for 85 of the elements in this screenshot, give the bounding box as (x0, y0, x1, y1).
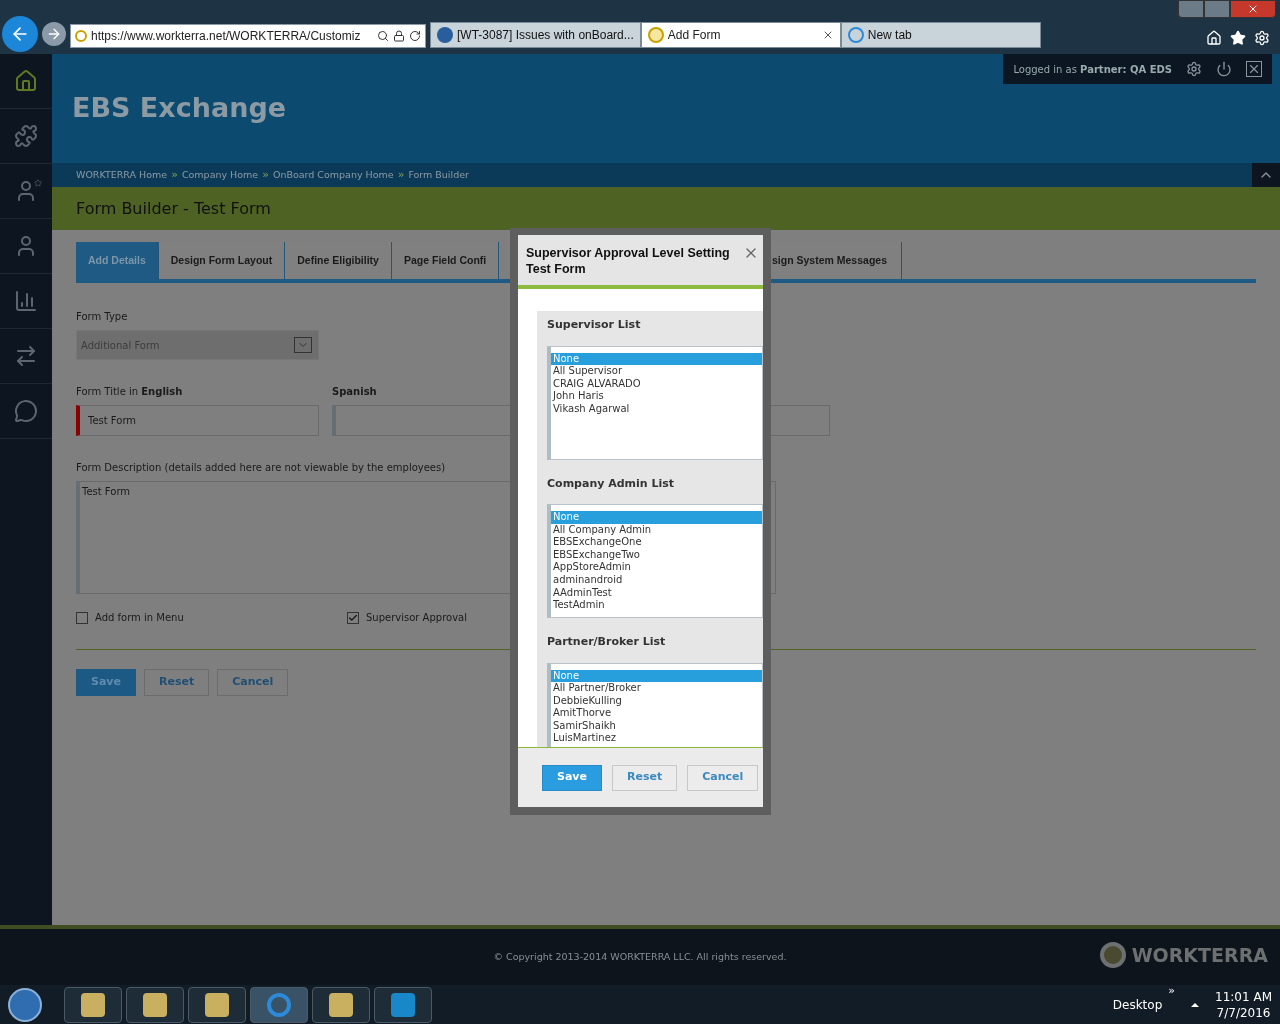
clock-date[interactable]: 7/7/2016 (1216, 1004, 1271, 1021)
minimize-button[interactable] (1178, 0, 1204, 18)
list-option[interactable]: All Supervisor (551, 365, 762, 378)
list-option[interactable]: LuisMartinez (551, 732, 762, 746)
puzzle-icon[interactable] (14, 124, 38, 148)
form-tab[interactable]: sign System Messages (772, 242, 902, 279)
close-window-button[interactable] (1230, 0, 1276, 18)
breadcrumb-link[interactable]: WORKTERRA Home (76, 167, 168, 183)
copyright-text: © Copyright 2013-2014 WORKTERRA LLC. All rights reserved. (493, 949, 787, 964)
list-box[interactable]: None All Partner/Broker DebbieKulling AmitThorve SamirShaikh LuisMartinez (547, 662, 763, 747)
dialog-subtitle: Test Form (526, 261, 586, 277)
list-heading: Supervisor List (546, 317, 642, 333)
address-text: https://www.workterra.net/WORKTERRA/Customiz (91, 28, 361, 45)
taskbar-app-button[interactable] (374, 986, 432, 1023)
breadcrumb-link[interactable]: Company Home (181, 167, 259, 183)
forward-button[interactable] (42, 22, 66, 46)
title-input[interactable]: Test Form (76, 405, 319, 436)
taskbar-app-button[interactable] (188, 986, 246, 1023)
list-heading: Partner/Broker List (546, 634, 667, 650)
app-title: EBS Exchange (72, 91, 287, 126)
home-icon[interactable] (1206, 30, 1222, 46)
list-option[interactable]: DebbieKulling (551, 694, 762, 708)
browser-tab[interactable]: [WT-3087] Issues with onBoard... (430, 22, 641, 48)
breadcrumb-link[interactable]: OnBoard Company Home (272, 167, 394, 183)
list-option[interactable]: EBSExchangeTwo (551, 548, 762, 562)
list-option[interactable]: adminandroid (551, 573, 762, 587)
breadcrumb-separator: » (397, 166, 405, 183)
list-option[interactable]: EBSExchangeOne (551, 536, 762, 549)
list-option[interactable]: All Partner/Broker (551, 682, 762, 695)
settings-icon[interactable] (1186, 61, 1202, 77)
search-icon[interactable] (377, 30, 389, 42)
arrows-icon[interactable] (14, 344, 38, 368)
field-label: Form Type (76, 310, 128, 324)
back-button[interactable] (2, 16, 38, 52)
checkbox-label: Add form in Menu (95, 611, 184, 625)
checkbox-label: Supervisor Approval (366, 611, 467, 625)
list-box[interactable]: None All Supervisor CRAIG ALVARADO John Haris Vikash Agarwal (547, 345, 763, 460)
tab-title: New tab (867, 27, 912, 44)
logo-icon (1099, 942, 1126, 969)
dialog-title: Supervisor Approval Level Setting (526, 245, 730, 261)
field-label: Form Title in English (76, 385, 183, 399)
chat-icon[interactable] (14, 399, 38, 423)
list-option[interactable]: CRAIG ALVARADO (551, 377, 762, 391)
favorites-icon[interactable] (1230, 30, 1246, 46)
list-option[interactable]: SamirShaikh (551, 719, 762, 733)
power-icon[interactable] (1216, 61, 1232, 77)
list-option[interactable]: John Haris (551, 390, 762, 403)
page-title: Form Builder - Test Form (76, 197, 271, 220)
list-option[interactable]: AmitThorve (551, 707, 762, 720)
logo-text: WORKTERRA (1131, 943, 1268, 968)
list-option[interactable]: Vikash Agarwal (551, 402, 762, 416)
taskbar-app-button[interactable] (250, 986, 308, 1023)
taskbar-app-button[interactable] (64, 986, 122, 1023)
taskbar-app-button[interactable] (126, 986, 184, 1023)
field-label: Spanish (332, 385, 377, 399)
checkbox[interactable] (347, 611, 359, 624)
start-button[interactable] (8, 987, 42, 1022)
close-icon[interactable] (1246, 61, 1262, 77)
toolbar-chevron[interactable]: » (1168, 982, 1176, 999)
address-field[interactable]: https://www.workterra.net/WORKTERRA/Customiz (70, 24, 426, 48)
forward-arrow-icon (46, 26, 62, 42)
list-option[interactable]: TestAdmin (551, 599, 762, 612)
bar-chart-icon[interactable] (14, 289, 38, 313)
lock-icon (393, 30, 405, 42)
breadcrumb-link[interactable]: Form Builder (408, 167, 469, 183)
close-icon (1247, 3, 1259, 15)
tab-title: Add Form (667, 27, 721, 44)
list-box[interactable]: None All Company Admin EBSExchangeOne EBSExchangeTwo AppStoreAdmin adminandroid AAdminTest TestAdmin (547, 504, 763, 618)
dropdown-caret-icon (294, 337, 312, 353)
list-option[interactable]: All Company Admin (551, 523, 762, 537)
field-label: Form Description (details added here are not viewable by the employees) (76, 461, 446, 475)
browser-tab[interactable]: New tab (840, 22, 1041, 48)
breadcrumb-separator: » (262, 166, 269, 183)
checkbox[interactable] (76, 611, 88, 624)
tab-title: [WT-3087] Issues with onBoard... (457, 27, 634, 44)
list-option[interactable]: AppStoreAdmin (551, 561, 762, 574)
login-text: Logged in as Partner: QA EDS (1013, 62, 1172, 77)
toolbar-label[interactable]: Desktop (1112, 995, 1163, 1014)
taskbar-app-button[interactable] (312, 986, 370, 1023)
browser-tab[interactable]: Add Form (640, 22, 841, 48)
refresh-icon[interactable] (409, 30, 421, 42)
maximize-button[interactable] (1204, 0, 1230, 18)
tray-arrow-icon[interactable] (1191, 1002, 1200, 1007)
clock-time[interactable]: 11:01 AM (1215, 988, 1272, 1005)
breadcrumb-separator: » (171, 166, 178, 183)
